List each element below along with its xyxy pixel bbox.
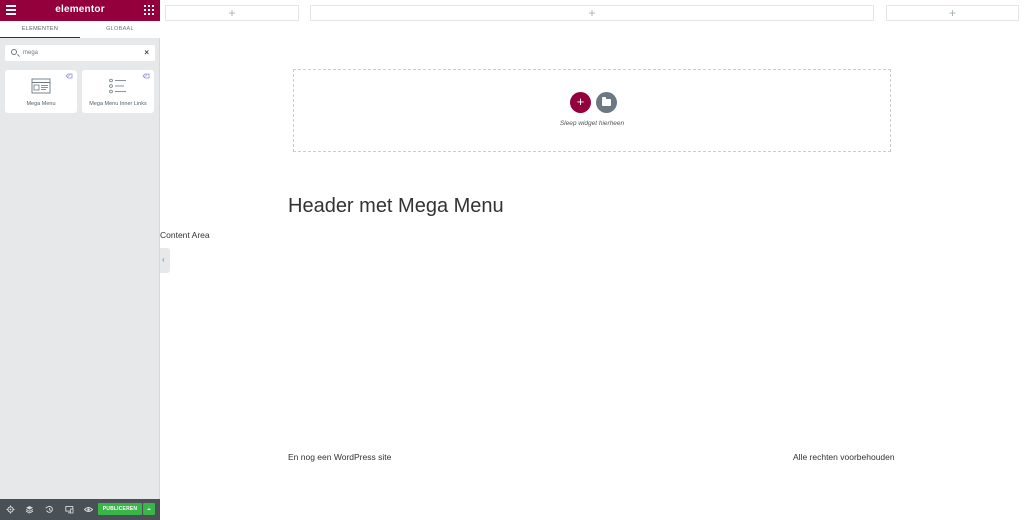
- history-icon[interactable]: [45, 505, 54, 514]
- panel-tabs: ELEMENTEN GLOBAAL: [0, 21, 160, 38]
- settings-icon[interactable]: [6, 505, 15, 514]
- elementor-logo: elementor: [55, 4, 105, 15]
- column-add-widget[interactable]: +: [886, 5, 1019, 21]
- search-icon: [11, 49, 17, 55]
- widget-search-input[interactable]: [23, 47, 133, 59]
- folder-icon: [602, 97, 611, 106]
- page-title: Header met Mega Menu: [288, 195, 504, 217]
- drop-zone-hint: Sleep widget hierheen: [559, 120, 625, 127]
- editor-sidebar: elementor ELEMENTEN GLOBAAL × Mega Menu: [0, 0, 160, 520]
- widget-mega-menu-inner-links[interactable]: Mega Menu Inner Links: [82, 70, 154, 113]
- tab-globaal[interactable]: GLOBAAL: [80, 21, 160, 38]
- widget-label: Mega Menu: [26, 101, 56, 107]
- mega-menu-icon: [31, 78, 51, 94]
- navigator-icon[interactable]: [25, 505, 34, 514]
- sidebar-header: elementor: [0, 0, 160, 21]
- footer-copyright-text: Alle rechten voorbehouden: [793, 452, 895, 462]
- column-add-widget[interactable]: +: [165, 5, 299, 21]
- tab-elementen[interactable]: ELEMENTEN: [0, 21, 80, 38]
- add-template-button[interactable]: [596, 92, 617, 113]
- plus-icon: +: [948, 5, 957, 20]
- widget-mega-menu[interactable]: Mega Menu: [5, 70, 77, 113]
- publish-options-chevron-up-icon[interactable]: [143, 503, 155, 515]
- clear-search-icon[interactable]: ×: [144, 48, 149, 58]
- preview-icon[interactable]: [84, 505, 93, 514]
- pro-badge-icon: [142, 73, 150, 79]
- widget-search: ×: [5, 45, 155, 61]
- plus-icon: +: [228, 5, 236, 20]
- pro-badge-icon: [65, 73, 73, 79]
- column-add-widget[interactable]: +: [310, 5, 874, 21]
- chevron-left-icon: ‹: [162, 255, 165, 264]
- inner-links-icon: [109, 78, 126, 94]
- footer-site-text: En nog een WordPress site: [288, 452, 392, 462]
- content-area-label: Content Area: [160, 230, 210, 240]
- responsive-icon[interactable]: [65, 505, 74, 514]
- add-section-drop-zone[interactable]: + Sleep widget hierheen: [293, 69, 891, 152]
- plus-icon: +: [588, 5, 596, 20]
- widget-label: Mega Menu Inner Links: [89, 101, 147, 107]
- add-section-button[interactable]: +: [570, 92, 591, 113]
- panel-collapse-handle[interactable]: ‹: [160, 248, 170, 273]
- publish-button[interactable]: PUBLICEREN: [98, 503, 142, 515]
- widgets-grid-icon[interactable]: [144, 5, 154, 15]
